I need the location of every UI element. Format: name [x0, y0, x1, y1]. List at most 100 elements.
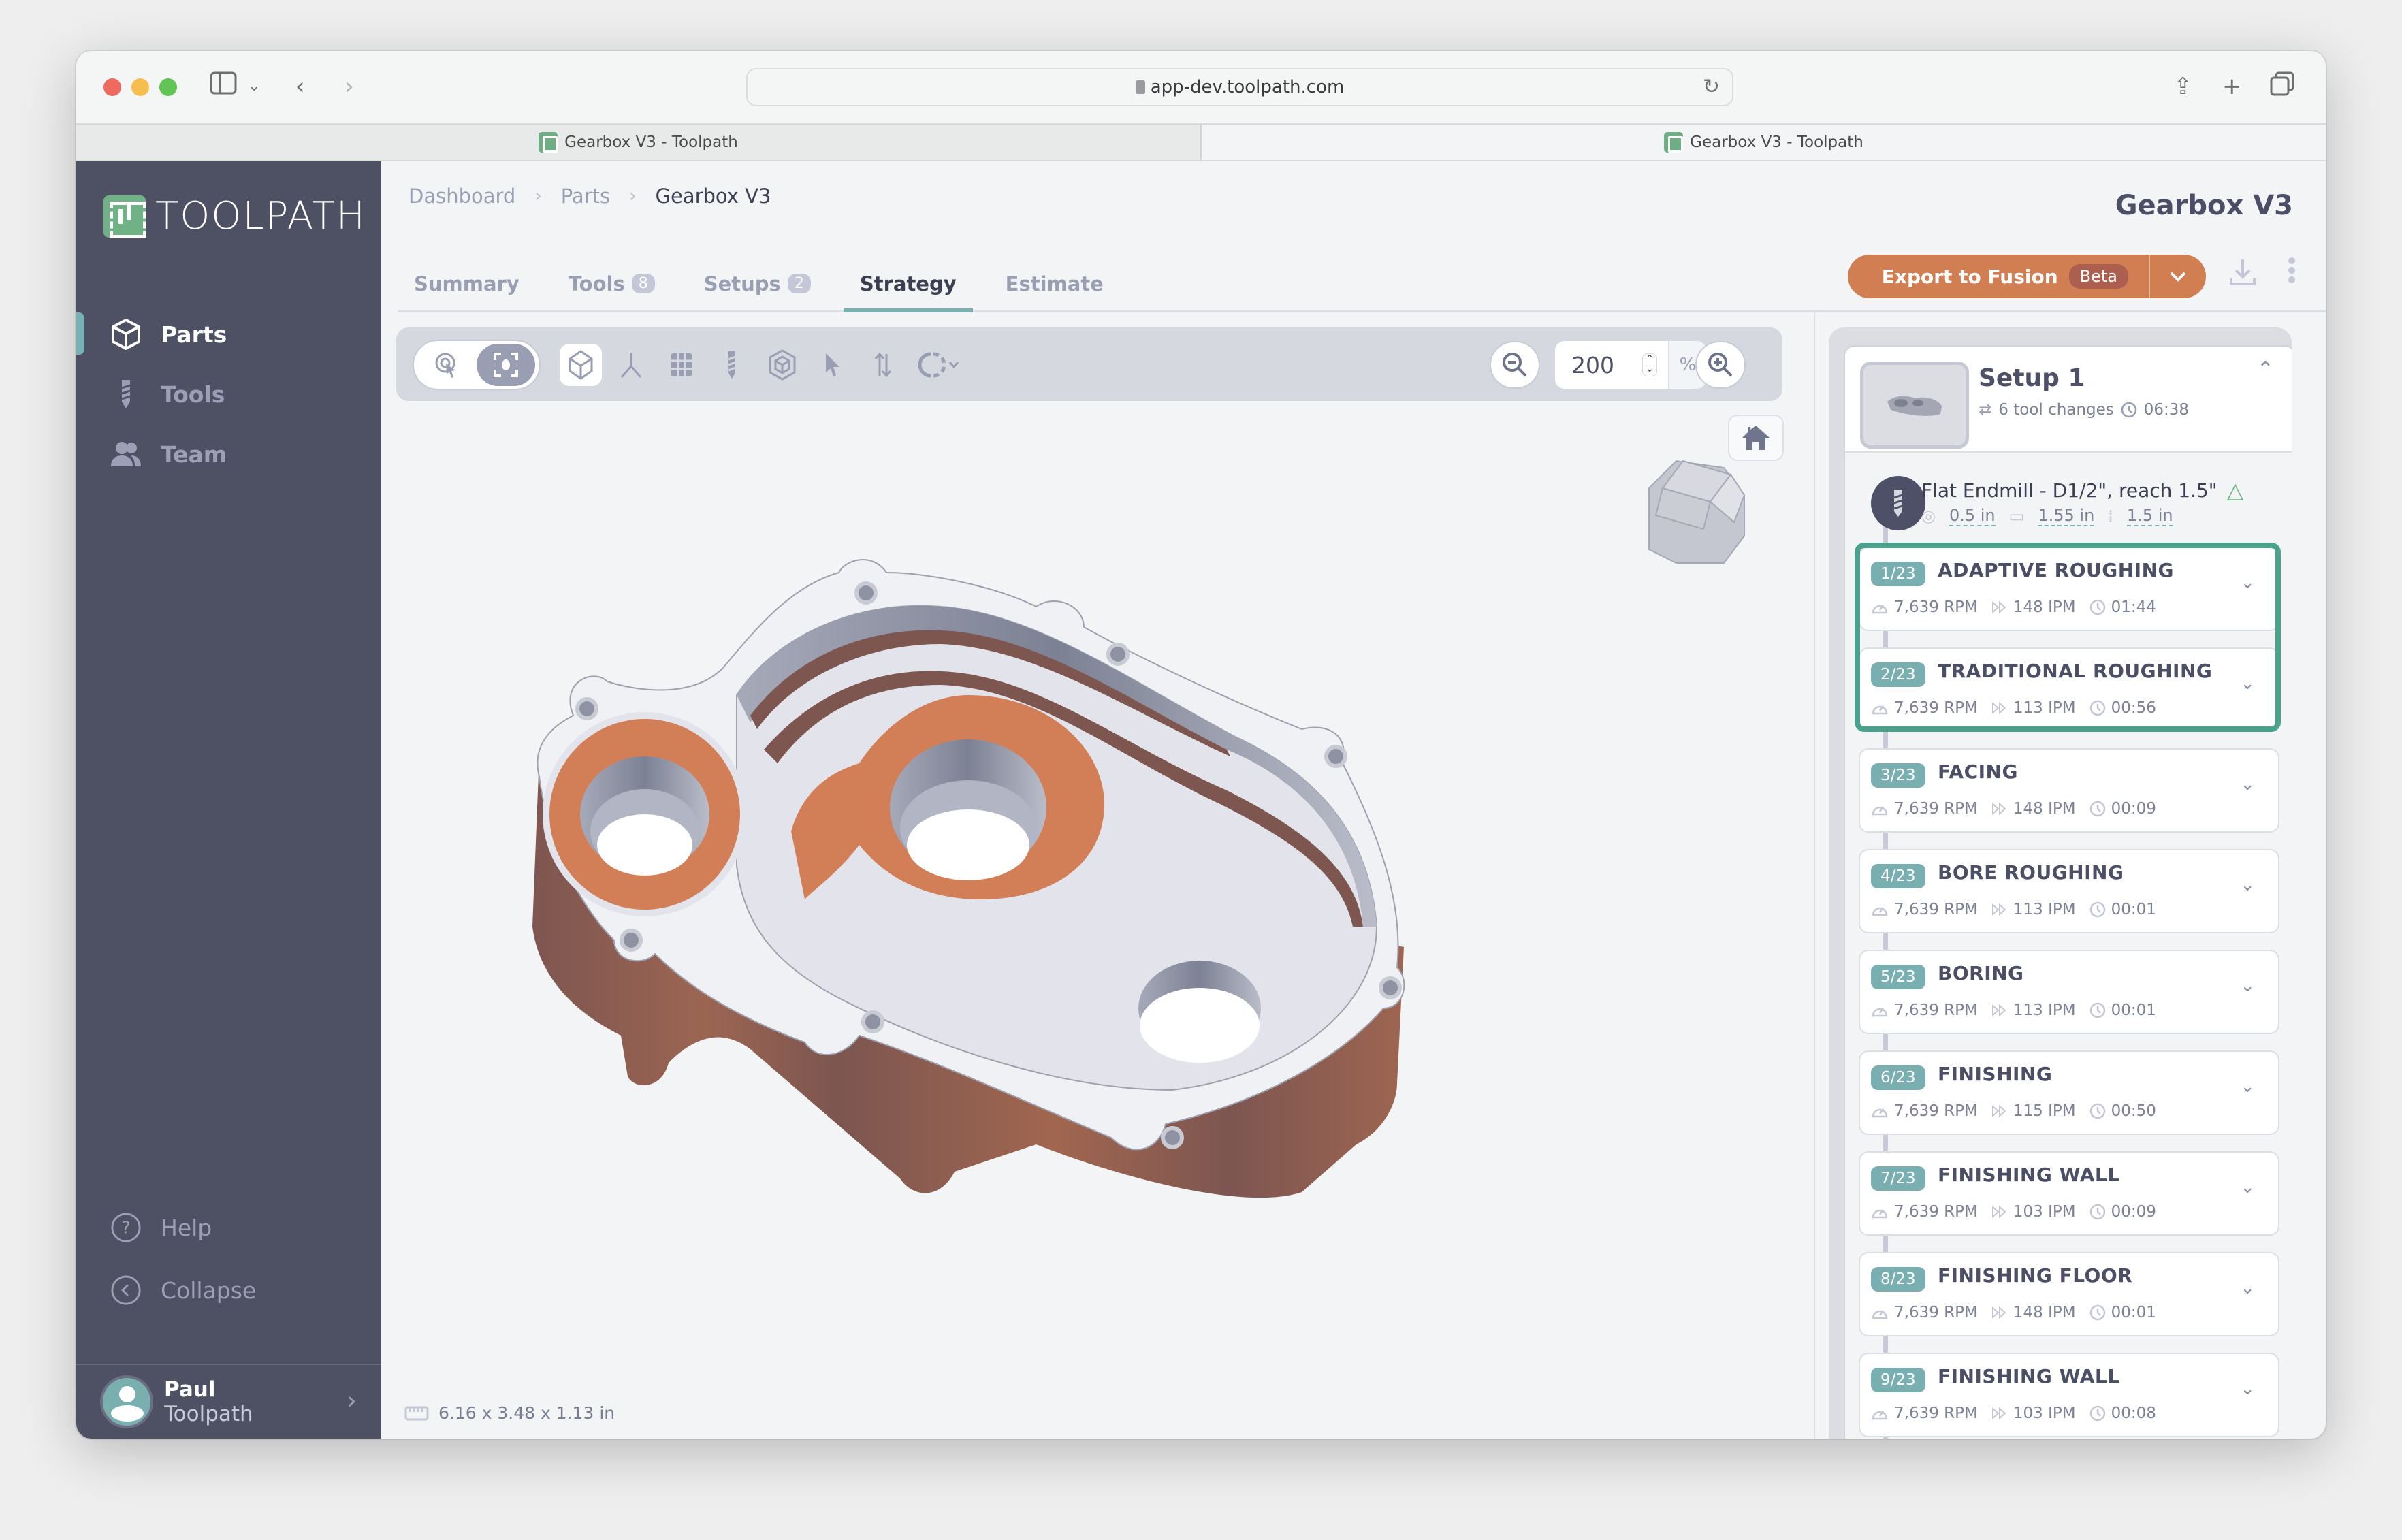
stock-button[interactable]	[761, 344, 803, 386]
reload-icon[interactable]: ↻	[1703, 75, 1720, 99]
select-orbit-button[interactable]	[418, 344, 477, 386]
chevron-down-icon[interactable]: ⌄	[248, 71, 260, 101]
operation-card[interactable]: 9/23 FINISHING WALL 7,639 RPM 103 IPM 00…	[1859, 1353, 2279, 1437]
collapse-label: Collapse	[161, 1277, 257, 1304]
operation-card[interactable]: 6/23 FINISHING 7,639 RPM 115 IPM 00:50 ⌄	[1859, 1050, 2279, 1135]
operation-card[interactable]: 2/23 TRADITIONAL ROUGHING 7,639 RPM 113 …	[1859, 647, 2279, 732]
browser-toolbar: ⌄ ‹ › app-dev.toolpath.com ↻ ⇪ +	[76, 51, 2326, 123]
more-options-button[interactable]	[2285, 257, 2299, 284]
iso-view-button[interactable]	[560, 344, 602, 386]
tab-strategy[interactable]: Strategy	[843, 257, 973, 312]
url-text: app-dev.toolpath.com	[1150, 77, 1345, 97]
browser-tab-active[interactable]: Gearbox V3 - Toolpath	[1202, 125, 2326, 160]
clock-icon	[2089, 801, 2105, 817]
diameter-icon: ◎	[1921, 507, 1936, 526]
setup-title: Setup 1	[1979, 364, 2085, 392]
zoom-out-button[interactable]	[1490, 341, 1540, 389]
breadcrumb-dashboard[interactable]: Dashboard	[409, 185, 515, 208]
part-3d-model[interactable]	[519, 545, 1622, 1242]
chevron-down-icon[interactable]: ⌄	[2240, 976, 2255, 996]
operation-card[interactable]: 4/23 BORE ROUGHING 7,639 RPM 113 IPM 00:…	[1859, 849, 2279, 933]
ruler-icon	[404, 1406, 429, 1420]
chevron-down-icon[interactable]: ⌄	[2240, 1076, 2255, 1097]
minimize-window-button[interactable]	[131, 78, 149, 96]
browser-tab-title: Gearbox V3 - Toolpath	[564, 133, 738, 151]
browser-tab[interactable]: Gearbox V3 - Toolpath	[76, 125, 1202, 160]
breadcrumb-parts[interactable]: Parts	[561, 185, 610, 208]
sidebar-item-tools[interactable]: Tools	[76, 364, 381, 424]
breadcrumb-separator-icon: ›	[629, 186, 637, 206]
chevron-down-icon[interactable]: ⌄	[2240, 573, 2255, 593]
chevron-down-icon[interactable]: ⌄	[2240, 774, 2255, 795]
fit-view-button[interactable]	[477, 344, 535, 386]
tool-visibility-button[interactable]	[711, 344, 753, 386]
chevron-down-icon[interactable]: ⌄	[2240, 673, 2255, 694]
operation-card[interactable]: 5/23 BORING 7,639 RPM 113 IPM 00:01 ⌄	[1859, 950, 2279, 1034]
setup-header[interactable]: Setup 1 ⇄ 6 tool changes 06:38 ⌃	[1845, 347, 2292, 453]
operation-card[interactable]: 3/23 FACING 7,639 RPM 148 IPM 00:09 ⌄	[1859, 748, 2279, 833]
tab-setups[interactable]: Setups 2	[688, 257, 827, 310]
zoom-level-input[interactable]: 200 ⌃ ⌄	[1555, 341, 1668, 389]
share-icon[interactable]: ⇪	[2173, 71, 2193, 101]
tab-label: Setups	[703, 272, 781, 295]
axes-button[interactable]	[610, 344, 652, 386]
feed-rate-icon	[1991, 1105, 2006, 1117]
operation-rpm: 7,639 RPM	[1894, 800, 1978, 818]
chevron-down-icon	[2170, 272, 2186, 282]
tab-tools[interactable]: Tools 8	[552, 257, 671, 310]
close-window-button[interactable]	[103, 78, 121, 96]
forward-icon[interactable]: ›	[345, 71, 354, 101]
export-options-button[interactable]	[2150, 271, 2206, 282]
view-cube[interactable]	[1635, 447, 1751, 573]
browser-window: ⌄ ‹ › app-dev.toolpath.com ↻ ⇪ + Gearbox…	[76, 51, 2326, 1439]
chevron-down-icon[interactable]: ⌄	[2240, 1379, 2255, 1399]
operation-time: 00:50	[2111, 1102, 2156, 1120]
tool-reach[interactable]: 1.5 in	[2126, 506, 2173, 526]
setup-thumbnail	[1860, 362, 1969, 449]
grid-icon	[671, 353, 692, 376]
help-link[interactable]: ? Help	[76, 1196, 381, 1259]
chevron-right-icon: ›	[346, 1385, 357, 1415]
export-to-fusion-button[interactable]: Export to Fusion Beta	[1848, 255, 2150, 298]
download-button[interactable]	[2229, 258, 2256, 293]
tab-overview-icon[interactable]	[2270, 71, 2294, 103]
collapse-button[interactable]: Collapse	[76, 1259, 381, 1321]
rotate-icon	[918, 352, 959, 378]
operation-name: FINISHING	[1938, 1063, 2053, 1085]
warning-triangle-icon[interactable]: △	[2227, 477, 2244, 503]
user-menu[interactable]: Paul Toolpath ›	[76, 1364, 381, 1439]
rotate-view-dropdown[interactable]	[912, 344, 967, 386]
brand-logo[interactable]: TOOLPATH	[103, 194, 366, 238]
zoom-in-button[interactable]	[1695, 341, 1746, 389]
grid-button[interactable]	[660, 344, 703, 386]
operation-card[interactable]: 7/23 FINISHING WALL 7,639 RPM 103 IPM 00…	[1859, 1151, 2279, 1236]
3d-viewer[interactable]: 200 ⌃ ⌄ % 6.16 x 3.48 x 1.13 in	[396, 327, 1784, 1439]
setup-meta: ⇄ 6 tool changes 06:38	[1979, 401, 2189, 419]
flip-axis-button[interactable]	[862, 344, 904, 386]
chevron-down-icon[interactable]: ⌄	[2240, 875, 2255, 895]
tab-summary[interactable]: Summary	[398, 257, 536, 310]
zoom-stepper[interactable]: ⌃ ⌄	[1642, 353, 1657, 376]
operation-card[interactable]: 8/23 FINISHING FLOOR 7,639 RPM 148 IPM 0…	[1859, 1252, 2279, 1336]
chevron-down-icon[interactable]: ⌄	[2240, 1278, 2255, 1298]
url-bar[interactable]: app-dev.toolpath.com ↻	[746, 68, 1733, 106]
strategy-panel-scroll[interactable]: Setup 1 ⇄ 6 tool changes 06:38 ⌃ Flat En…	[1829, 327, 2292, 1439]
tool-length[interactable]: 1.55 in	[2038, 506, 2095, 526]
part-dimensions: 6.16 x 3.48 x 1.13 in	[404, 1403, 615, 1423]
sidebar-toggle-icon[interactable]	[210, 71, 237, 102]
sidebar-item-parts[interactable]: Parts	[76, 304, 381, 364]
new-tab-icon[interactable]: +	[2222, 71, 2242, 101]
maximize-window-button[interactable]	[159, 78, 177, 96]
tab-estimate[interactable]: Estimate	[989, 257, 1120, 310]
back-icon[interactable]: ‹	[295, 71, 305, 101]
pointer-button[interactable]	[812, 344, 854, 386]
tool-header[interactable]: Flat Endmill - D1/2", reach 1.5" △ ◎ 0.5…	[1845, 453, 2292, 536]
chevron-up-icon[interactable]: ⌃	[2257, 357, 2274, 381]
chevron-down-icon[interactable]: ⌄	[2240, 1177, 2255, 1198]
browser-tab-title: Gearbox V3 - Toolpath	[1690, 133, 1863, 151]
sidebar-item-team[interactable]: Team	[76, 424, 381, 484]
app: TOOLPATH Parts Tools Team ? Help Collaps…	[76, 161, 2326, 1439]
tool-diameter[interactable]: 0.5 in	[1949, 506, 1996, 526]
operation-feed: 148 IPM	[2013, 800, 2076, 818]
operation-card[interactable]: 1/23 ADAPTIVE ROUGHING 7,639 RPM 148 IPM…	[1859, 547, 2279, 631]
